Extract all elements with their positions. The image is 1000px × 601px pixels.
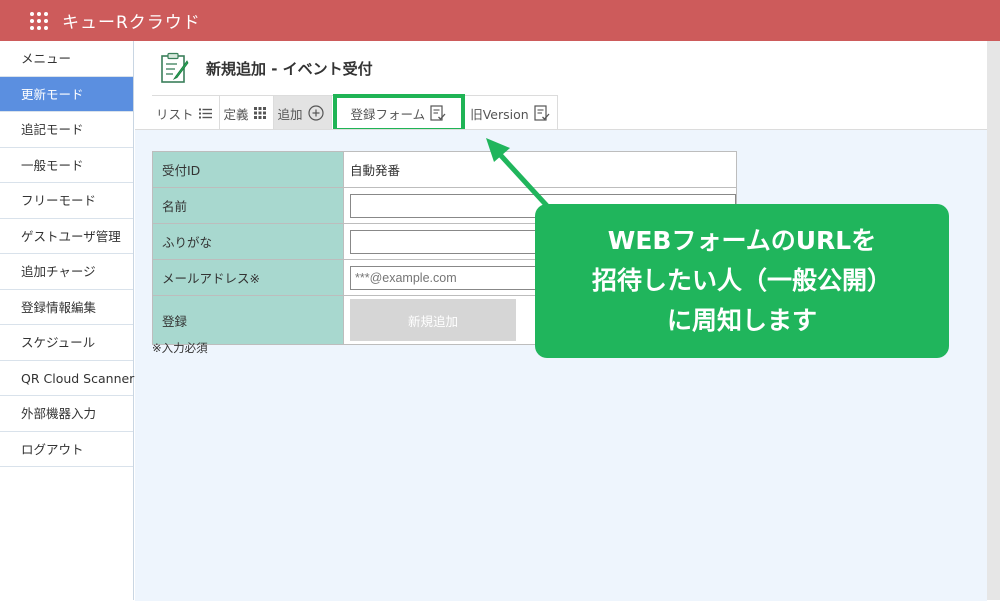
form-check-icon [430, 105, 446, 121]
form-check-icon [534, 105, 550, 121]
tab-registration-form[interactable]: 登録フォーム [332, 94, 466, 132]
tab-old-version[interactable]: 旧Version [466, 96, 558, 130]
add-new-button[interactable]: 新規追加 [350, 299, 516, 341]
callout-line: に周知します [666, 306, 817, 335]
tab-label: 定義 [223, 106, 249, 122]
page-header: 新規追加 - イベント受付 [135, 41, 987, 95]
app-menu-icon[interactable] [30, 11, 48, 30]
field-label: 登録 [152, 295, 344, 345]
tab-definition[interactable]: 定義 [220, 96, 274, 130]
tab-label: 登録フォーム [350, 106, 426, 122]
field-label: 受付ID [152, 151, 344, 188]
tab-label: 旧Version [470, 106, 529, 122]
sidebar-item-free-mode[interactable]: フリーモード [0, 183, 133, 219]
sidebar-item-logout[interactable]: ログアウト [0, 432, 133, 467]
sidebar-item-append-mode[interactable]: 追記モード [0, 112, 133, 148]
app-title: キューRクラウド [62, 13, 201, 33]
field-label: 名前 [152, 187, 344, 224]
list-icon [198, 108, 212, 119]
sidebar-item-update-mode[interactable]: 更新モード [0, 76, 133, 112]
grid-dots-icon [253, 107, 266, 119]
edit-document-icon [161, 52, 189, 83]
plus-circle-icon [307, 105, 324, 121]
sidebar-item-menu[interactable]: メニュー [0, 41, 133, 77]
mode-tabs: リスト 定義 追加 登録フォーム 旧Version [152, 94, 558, 132]
tab-label: リスト [156, 106, 194, 122]
page-title: 新規追加 - イベント受付 [206, 59, 373, 78]
form-row-id: 受付ID 自動発番 [152, 151, 737, 188]
field-label: メールアドレス※ [152, 259, 344, 296]
sidebar-item-qr-scanner[interactable]: QR Cloud Scanner [0, 361, 134, 396]
sidebar-item-registration-edit[interactable]: 登録情報編集 [0, 290, 133, 325]
required-note: ※入力必須 [152, 341, 208, 355]
tab-add[interactable]: 追加 [273, 96, 332, 130]
sidebar-item-external-input[interactable]: 外部機器入力 [0, 396, 133, 432]
app-header: キューRクラウド [0, 0, 1000, 41]
tab-label: 追加 [277, 106, 303, 122]
callout-line: 招待したい人（一般公開） [591, 266, 892, 295]
sidebar-item-charge[interactable]: 追加チャージ [0, 254, 133, 290]
scrollbar[interactable] [987, 41, 1000, 600]
field-label: ふりがな [152, 223, 344, 260]
sidebar: メニュー 更新モード 追記モード 一般モード フリーモード ゲストユーザ管理 追… [0, 41, 134, 600]
callout-line: WEBフォームのURLを [607, 226, 877, 255]
sidebar-item-guest-user[interactable]: ゲストユーザ管理 [0, 219, 133, 254]
sidebar-item-general-mode[interactable]: 一般モード [0, 148, 133, 183]
sidebar-item-schedule[interactable]: スケジュール [0, 325, 133, 361]
callout-box: WEBフォームのURLを 招待したい人（一般公開） に周知します [535, 204, 949, 358]
tab-list[interactable]: リスト [152, 96, 220, 130]
